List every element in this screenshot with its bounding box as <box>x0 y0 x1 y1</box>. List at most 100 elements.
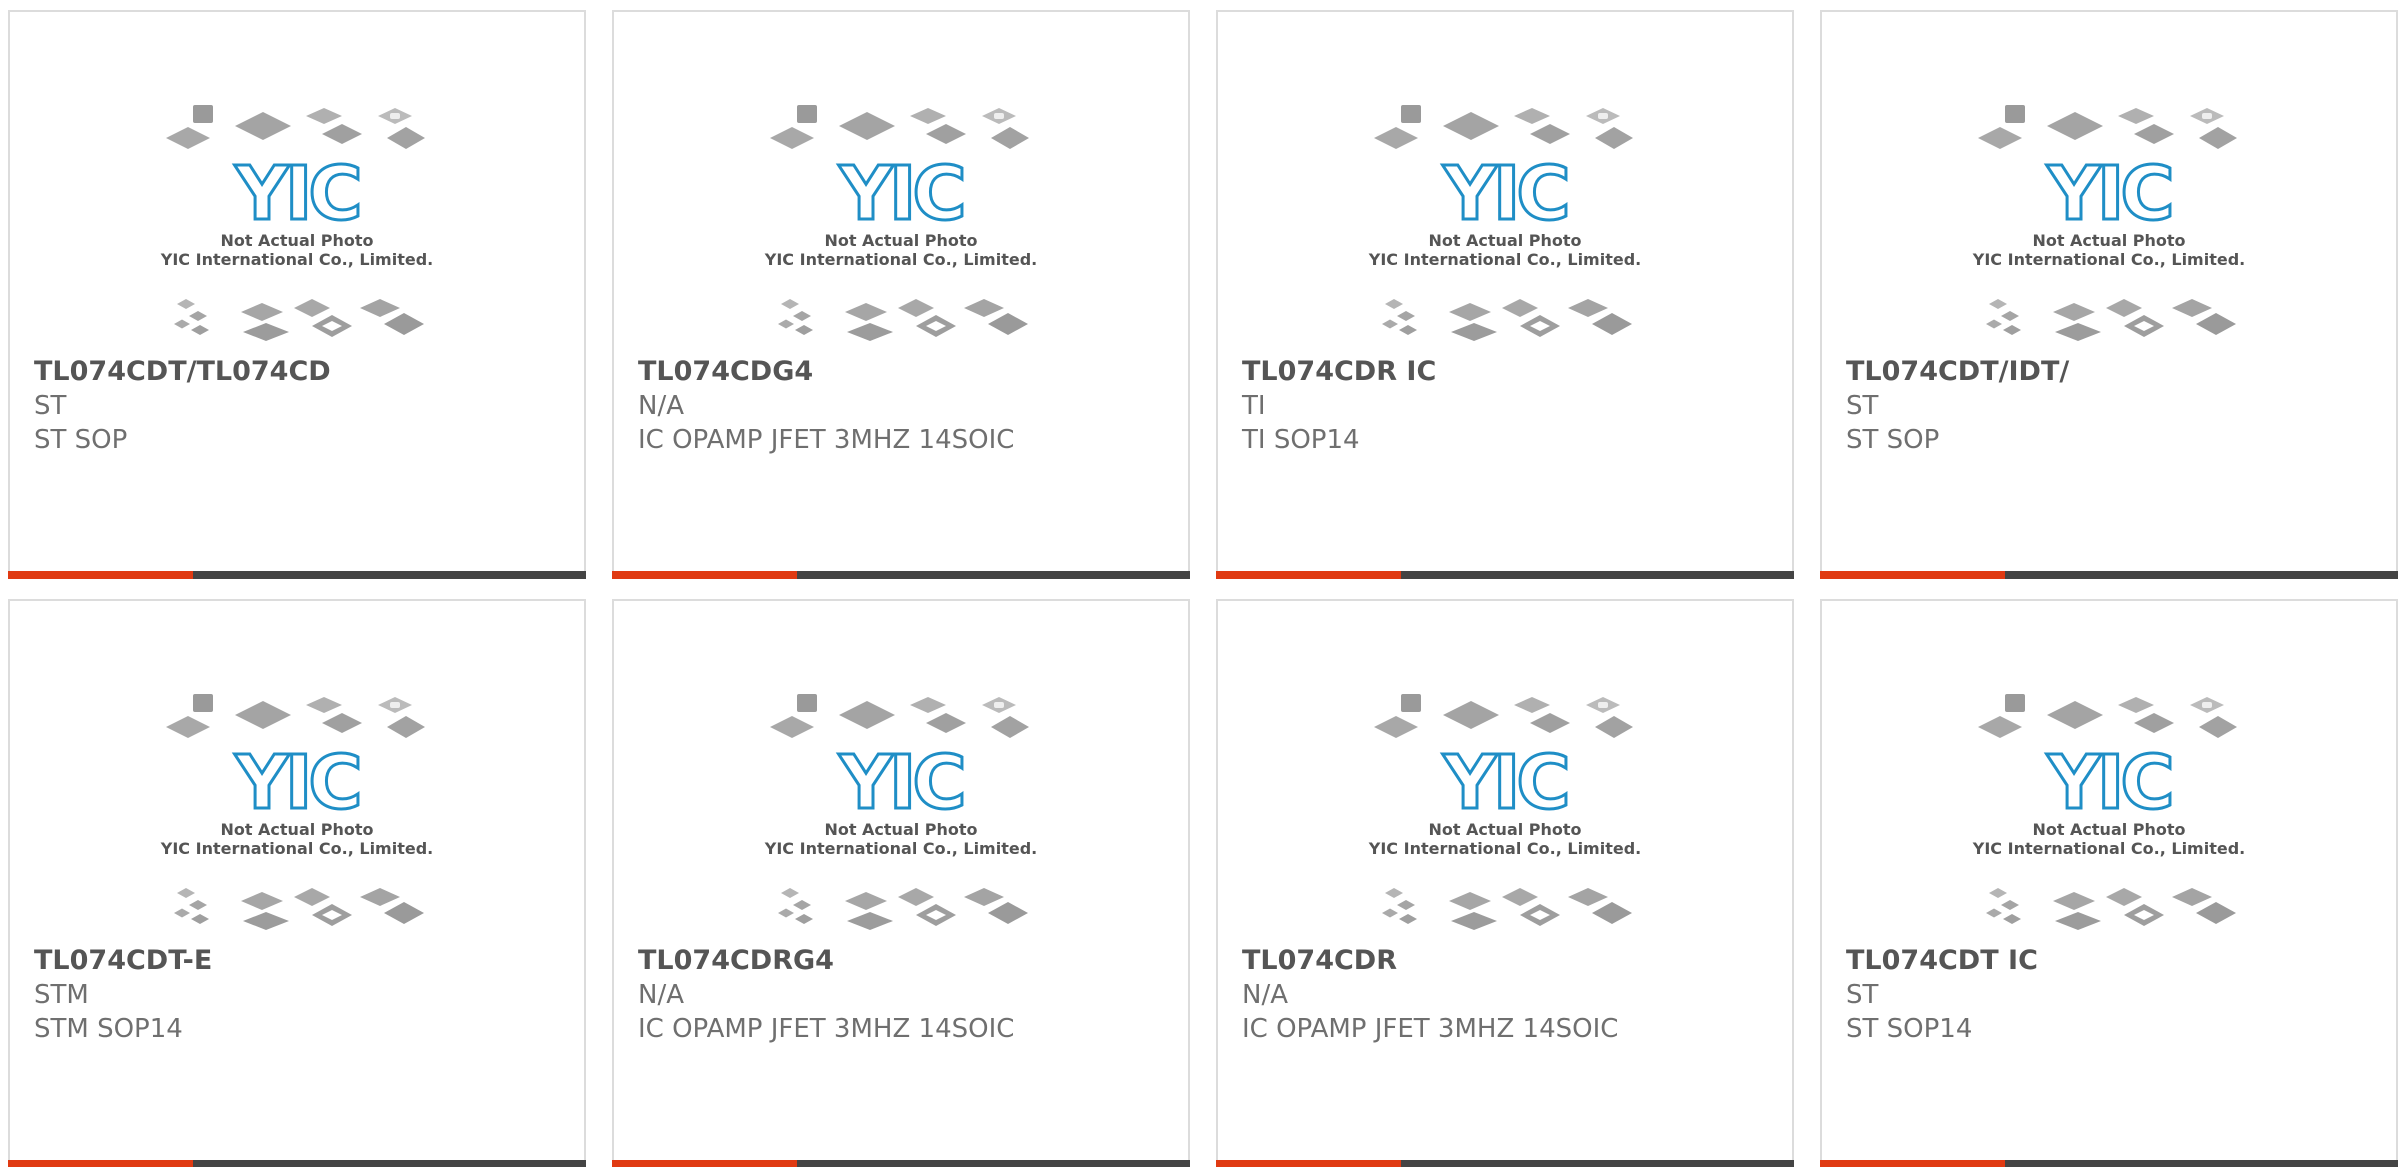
card-footer-bar <box>1216 1160 1794 1167</box>
yic-logo: YIC <box>234 740 358 826</box>
company-label: YIC International Co., Limited. <box>160 250 433 269</box>
yic-logo: YIC <box>2046 151 2170 237</box>
company-label: YIC International Co., Limited. <box>764 839 1037 858</box>
card-footer-bar <box>8 571 586 579</box>
product-card[interactable]: YIC Not Actual Photo YIC International Co.… <box>1216 10 1794 579</box>
not-actual-photo-label: Not Actual Photo <box>1428 231 1581 250</box>
product-image[interactable]: YIC Not Actual Photo YIC International Co.… <box>1218 12 1792 352</box>
card-footer-bar <box>612 571 1190 579</box>
company-label: YIC International Co., Limited. <box>1368 839 1641 858</box>
product-card[interactable]: YIC Not Actual Photo YIC International Co.… <box>8 599 586 1167</box>
not-actual-photo-label: Not Actual Photo <box>1428 820 1581 839</box>
card-accent-bar <box>8 1160 193 1167</box>
product-card[interactable]: YIC Not Actual Photo YIC International Co.… <box>1216 599 1794 1167</box>
company-label: YIC International Co., Limited. <box>1972 839 2245 858</box>
chip-sketches-bottom <box>174 299 424 341</box>
product-image[interactable]: YIC Not Actual Photo YIC International Co.… <box>1218 601 1792 941</box>
product-info: TL074CDRG4 N/A IC OPAMP JFET 3MHZ 14SOIC <box>638 944 1176 1046</box>
product-image[interactable]: YIC Not Actual Photo YIC International Co.… <box>1822 601 2396 941</box>
company-label: YIC International Co., Limited. <box>1368 250 1641 269</box>
chip-sketches-top <box>770 694 1029 738</box>
product-card[interactable]: YIC Not Actual Photo YIC International Co.… <box>612 10 1190 579</box>
part-number[interactable]: TL074CDT/TL074CD <box>34 355 572 389</box>
not-actual-photo-label: Not Actual Photo <box>824 820 977 839</box>
manufacturer: TI <box>1242 391 1266 421</box>
not-actual-photo-label: Not Actual Photo <box>2032 820 2185 839</box>
description: IC OPAMP JFET 3MHZ 14SOIC <box>638 425 1015 455</box>
card-footer-bar <box>1820 1160 2398 1167</box>
yic-logo: YIC <box>234 151 358 237</box>
part-number[interactable]: TL074CDT-E <box>34 944 572 978</box>
product-image[interactable]: YIC Not Actual Photo YIC International Co.… <box>10 601 584 941</box>
company-label: YIC International Co., Limited. <box>1972 250 2245 269</box>
chip-sketches-bottom <box>1382 888 1632 930</box>
card-footer-bar <box>1820 571 2398 579</box>
product-image[interactable]: YIC Not Actual Photo YIC International Co.… <box>614 12 1188 352</box>
card-footer-bar <box>8 1160 586 1167</box>
chip-sketches-bottom <box>1986 299 2236 341</box>
manufacturer: N/A <box>638 980 684 1010</box>
part-number[interactable]: TL074CDR IC <box>1242 355 1780 389</box>
product-info: TL074CDT IC ST ST SOP14 <box>1846 944 2384 1046</box>
description: ST SOP <box>34 425 128 455</box>
card-accent-bar <box>1216 571 1401 579</box>
product-card[interactable]: YIC Not Actual Photo YIC International Co.… <box>1820 10 2398 579</box>
manufacturer: ST <box>1846 391 1879 421</box>
part-number[interactable]: TL074CDR <box>1242 944 1780 978</box>
description: ST SOP <box>1846 425 1940 455</box>
description: ST SOP14 <box>1846 1014 1973 1044</box>
chip-sketches-bottom <box>1382 299 1632 341</box>
product-info: TL074CDG4 N/A IC OPAMP JFET 3MHZ 14SOIC <box>638 355 1176 457</box>
description: IC OPAMP JFET 3MHZ 14SOIC <box>1242 1014 1619 1044</box>
product-info: TL074CDT/IDT/ ST ST SOP <box>1846 355 2384 457</box>
part-number[interactable]: TL074CDT IC <box>1846 944 2384 978</box>
chip-sketches-top <box>770 105 1029 149</box>
card-accent-bar <box>1820 571 2005 579</box>
not-actual-photo-label: Not Actual Photo <box>220 231 373 250</box>
product-image[interactable]: YIC Not Actual Photo YIC International Co.… <box>1822 12 2396 352</box>
yic-logo: YIC <box>838 151 962 237</box>
card-accent-bar <box>1216 1160 1401 1167</box>
yic-logo: YIC <box>2046 740 2170 826</box>
card-accent-bar <box>1820 1160 2005 1167</box>
description: IC OPAMP JFET 3MHZ 14SOIC <box>638 1014 1015 1044</box>
not-actual-photo-label: Not Actual Photo <box>824 231 977 250</box>
product-info: TL074CDR N/A IC OPAMP JFET 3MHZ 14SOIC <box>1242 944 1780 1046</box>
not-actual-photo-label: Not Actual Photo <box>2032 231 2185 250</box>
chip-sketches-top <box>1978 105 2237 149</box>
card-footer-bar <box>612 1160 1190 1167</box>
chip-sketches-top <box>166 105 425 149</box>
part-number[interactable]: TL074CDT/IDT/ <box>1846 355 2384 389</box>
manufacturer: N/A <box>638 391 684 421</box>
card-accent-bar <box>612 1160 797 1167</box>
part-number[interactable]: TL074CDG4 <box>638 355 1176 389</box>
product-info: TL074CDR IC TI TI SOP14 <box>1242 355 1780 457</box>
manufacturer: N/A <box>1242 980 1288 1010</box>
product-info: TL074CDT/TL074CD ST ST SOP <box>34 355 572 457</box>
card-accent-bar <box>8 571 193 579</box>
company-label: YIC International Co., Limited. <box>160 839 433 858</box>
chip-sketches-bottom <box>174 888 424 930</box>
chip-sketches-bottom <box>778 299 1028 341</box>
manufacturer: ST <box>1846 980 1879 1010</box>
product-card[interactable]: YIC Not Actual Photo YIC International Co.… <box>8 10 586 579</box>
product-card[interactable]: YIC Not Actual Photo YIC International Co.… <box>1820 599 2398 1167</box>
company-label: YIC International Co., Limited. <box>764 250 1037 269</box>
description: STM SOP14 <box>34 1014 183 1044</box>
manufacturer: ST <box>34 391 67 421</box>
yic-logo: YIC <box>1442 740 1566 826</box>
part-number[interactable]: TL074CDRG4 <box>638 944 1176 978</box>
chip-sketches-bottom <box>778 888 1028 930</box>
product-image[interactable]: YIC Not Actual Photo YIC International Co.… <box>10 12 584 352</box>
yic-logo: YIC <box>1442 151 1566 237</box>
manufacturer: STM <box>34 980 89 1010</box>
chip-sketches-top <box>166 694 425 738</box>
product-card[interactable]: YIC Not Actual Photo YIC International Co.… <box>612 599 1190 1167</box>
product-info: TL074CDT-E STM STM SOP14 <box>34 944 572 1046</box>
product-image[interactable]: YIC Not Actual Photo YIC International Co.… <box>614 601 1188 941</box>
not-actual-photo-label: Not Actual Photo <box>220 820 373 839</box>
description: TI SOP14 <box>1242 425 1360 455</box>
yic-logo: YIC <box>838 740 962 826</box>
card-accent-bar <box>612 571 797 579</box>
chip-sketches-top <box>1374 694 1633 738</box>
